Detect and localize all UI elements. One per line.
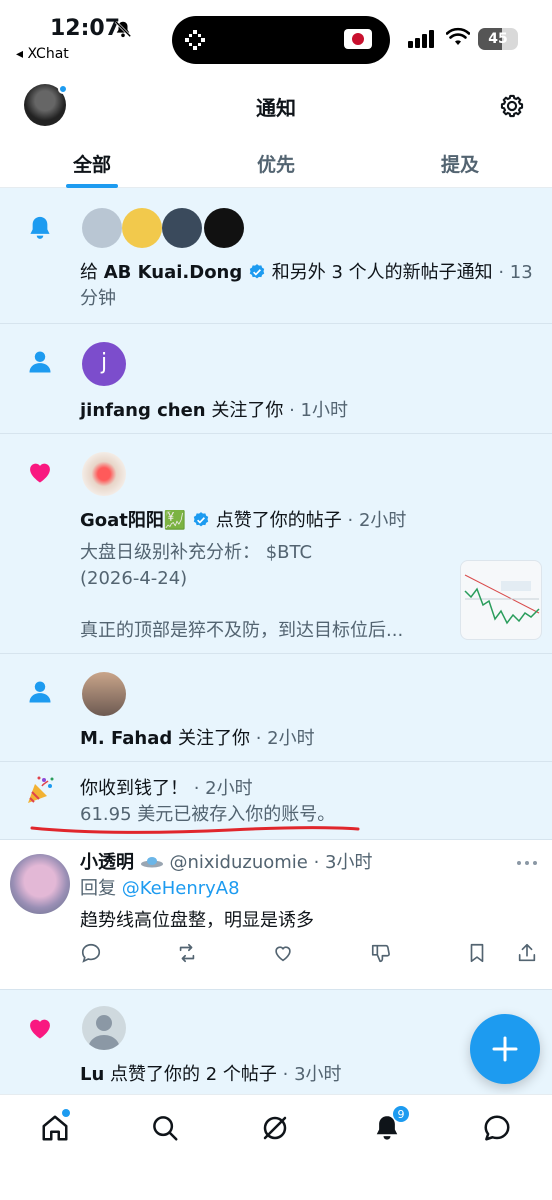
notification-new-posts[interactable]: 给 AB Kuai.Dong 和另外 3 个人的新帖子通知 · 13 分钟 bbox=[0, 188, 552, 324]
avatar[interactable] bbox=[10, 854, 70, 914]
party-popper-icon bbox=[28, 776, 54, 803]
plus-icon bbox=[492, 1036, 518, 1062]
tab-all[interactable]: 全部 bbox=[0, 140, 184, 188]
avatar[interactable] bbox=[162, 208, 202, 248]
heart-icon bbox=[30, 1019, 50, 1039]
chart-thumbnail-image bbox=[464, 574, 540, 625]
search-icon[interactable] bbox=[150, 1113, 180, 1143]
dynamic-island bbox=[172, 16, 390, 64]
home-unread-dot bbox=[62, 1109, 70, 1117]
notification-follow[interactable]: j jinfang chen 关注了你 · 1小时 bbox=[0, 324, 552, 434]
grok-icon[interactable] bbox=[260, 1113, 290, 1143]
notification-follow[interactable]: M. Fahad 关注了你 · 2小时 bbox=[0, 654, 552, 762]
notification-text: jinfang chen 关注了你 · 1小时 bbox=[80, 400, 348, 421]
avatar[interactable]: j bbox=[82, 342, 126, 386]
avatar[interactable] bbox=[82, 208, 122, 248]
repost-icon[interactable] bbox=[176, 942, 198, 964]
notifications-count-badge: 9 bbox=[392, 1105, 410, 1123]
bell-muted-icon bbox=[114, 20, 132, 38]
avatar[interactable] bbox=[82, 1006, 126, 1050]
notification-like[interactable]: Goat阳阳💹 点赞了你的帖子 · 2小时 大盘日级别补充分析： $BTC (2… bbox=[0, 434, 552, 654]
back-to-app-link[interactable]: ◂ XChat bbox=[16, 46, 69, 62]
notification-text: Goat阳阳💹 点赞了你的帖子 · 2小时 大盘日级别补充分析： $BTC (2… bbox=[80, 510, 407, 641]
avatar[interactable] bbox=[204, 208, 244, 248]
post-chart-thumbnail[interactable] bbox=[460, 560, 542, 640]
reply-post[interactable]: 小透明 @nixiduzuomie · 3小时 回复 @KeHenryA8 趋势… bbox=[0, 840, 552, 990]
signal-icon bbox=[408, 30, 434, 48]
bottom-navigation: 9 bbox=[0, 1094, 552, 1200]
home-icon[interactable] bbox=[40, 1113, 70, 1143]
post-header: 小透明 @nixiduzuomie · 3小时 回复 @KeHenryA8 趋势… bbox=[80, 852, 373, 931]
person-icon bbox=[29, 681, 51, 703]
status-time: 12:07 bbox=[50, 16, 121, 41]
flag-icon bbox=[344, 29, 372, 49]
avatar[interactable] bbox=[82, 672, 126, 716]
notification-text: M. Fahad 关注了你 · 2小时 bbox=[80, 728, 315, 749]
red-underline-annotation bbox=[30, 826, 360, 834]
notification-feed: 给 AB Kuai.Dong 和另外 3 个人的新帖子通知 · 13 分钟 j … bbox=[0, 188, 552, 1110]
settings-gear-icon[interactable] bbox=[498, 92, 526, 120]
tab-priority[interactable]: 优先 bbox=[184, 140, 368, 188]
default-avatar-icon bbox=[88, 1015, 120, 1050]
heart-icon bbox=[30, 463, 50, 483]
verified-badge-icon bbox=[193, 512, 209, 527]
bookmark-icon[interactable] bbox=[466, 942, 488, 964]
notifications-header: 通知 全部 优先 提及 bbox=[0, 70, 552, 188]
avatar[interactable] bbox=[122, 208, 162, 248]
compose-post-button[interactable] bbox=[470, 1014, 540, 1084]
dislike-icon[interactable] bbox=[370, 942, 392, 964]
like-icon[interactable] bbox=[272, 942, 294, 964]
ufo-icon bbox=[140, 857, 163, 868]
more-options-icon[interactable] bbox=[516, 860, 538, 866]
page-title: 通知 bbox=[256, 96, 296, 120]
messages-icon[interactable] bbox=[482, 1113, 512, 1143]
avatar[interactable] bbox=[82, 452, 126, 496]
reply-icon[interactable] bbox=[80, 942, 102, 964]
tab-bar: 全部 优先 提及 bbox=[0, 140, 552, 188]
chart-emoji-icon: 💹 bbox=[163, 510, 187, 531]
share-icon[interactable] bbox=[516, 942, 538, 964]
tab-mentions[interactable]: 提及 bbox=[368, 140, 552, 188]
activity-icon bbox=[185, 30, 205, 50]
notification-text: Lu 点赞了你的 2 个帖子 · 3小时 bbox=[80, 1064, 342, 1085]
notification-text: 给 AB Kuai.Dong 和另外 3 个人的新帖子通知 · 13 分钟 bbox=[80, 262, 533, 309]
status-bar: 12:07 ◂ XChat 45 bbox=[0, 0, 552, 70]
verified-badge-icon bbox=[249, 264, 265, 279]
wifi-icon bbox=[446, 27, 470, 45]
bell-icon bbox=[30, 216, 50, 239]
battery-indicator: 45 bbox=[478, 28, 518, 50]
person-icon bbox=[29, 351, 51, 373]
